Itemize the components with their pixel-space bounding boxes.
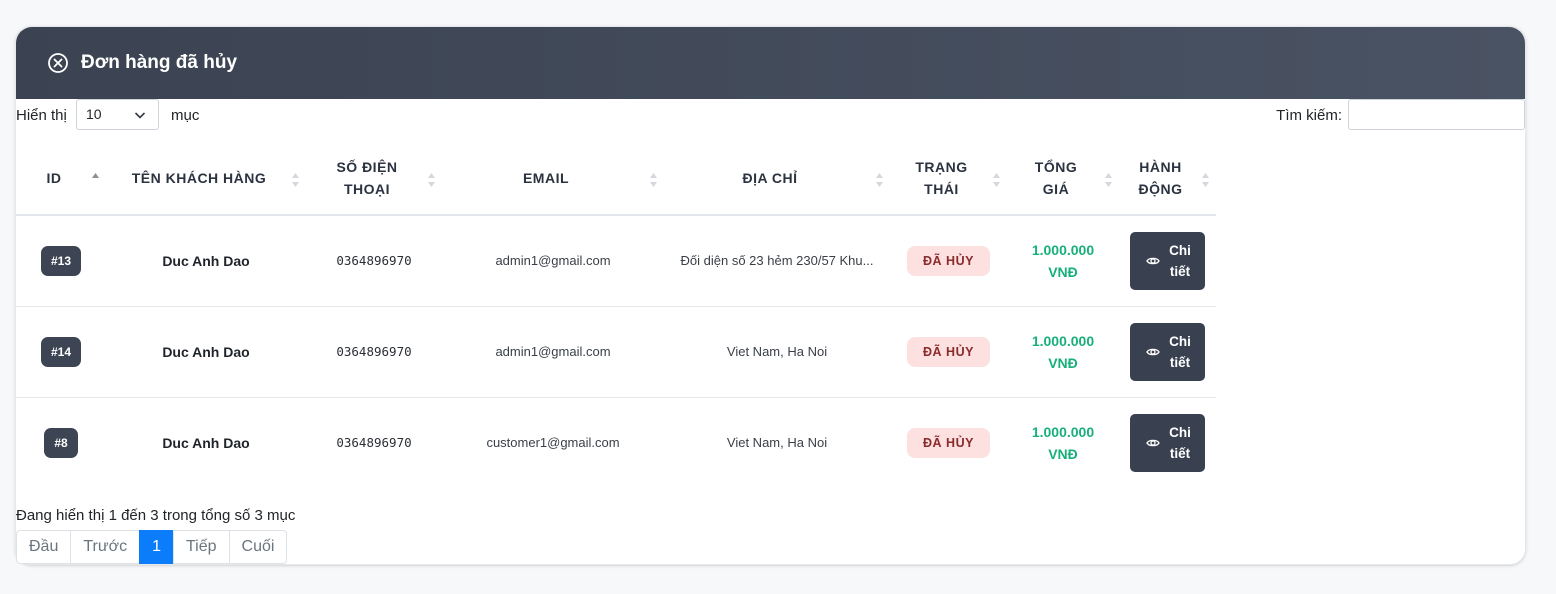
column-header-phone[interactable]: SỐ ĐIỆN THOẠI: [306, 142, 442, 216]
total-price: 1.000.000 VNĐ: [1031, 241, 1095, 280]
column-header-address[interactable]: ĐỊA CHỈ: [664, 142, 890, 216]
page-length-select[interactable]: 10: [76, 99, 159, 130]
status-badge: ĐÃ HỦY: [907, 245, 990, 276]
sort-icon: [1105, 173, 1112, 187]
customer-name: Duc Anh Dao: [162, 343, 250, 360]
card-header: Đơn hàng đã hủy: [16, 27, 1525, 99]
table-row: #13 Duc Anh Dao 0364896970 admin1@gmail.…: [16, 215, 1216, 307]
chevron-down-icon: [134, 112, 146, 119]
email: admin1@gmail.com: [495, 253, 611, 269]
orders-table: ID TÊN KHÁCH HÀNG SỐ ĐIỆN THOẠI EMAIL ĐỊ…: [16, 142, 1216, 488]
pagination: Đầu Trước 1 Tiếp Cuối: [16, 530, 288, 564]
phone-number: 0364896970: [336, 435, 412, 451]
order-id-badge: #14: [40, 336, 82, 367]
status-badge: ĐÃ HỦY: [907, 427, 990, 458]
sort-icon: [92, 173, 99, 178]
sort-icon: [650, 173, 657, 187]
length-label: Hiển thị: [16, 107, 67, 124]
table-header-row: ID TÊN KHÁCH HÀNG SỐ ĐIỆN THOẠI EMAIL ĐỊ…: [16, 142, 1216, 216]
page-previous[interactable]: Trước: [70, 530, 141, 564]
eye-icon: [1146, 439, 1160, 447]
total-price: 1.000.000 VNĐ: [1031, 423, 1095, 462]
column-header-total[interactable]: TỔNG GIÁ: [1007, 142, 1119, 216]
page-length-value: 10: [86, 106, 102, 122]
search-input[interactable]: [1348, 99, 1525, 130]
search-label: Tìm kiếm:: [1276, 107, 1342, 124]
total-price: 1.000.000 VNĐ: [1031, 332, 1095, 371]
sort-icon: [428, 173, 435, 187]
page-first[interactable]: Đầu: [16, 530, 72, 564]
detail-button-label: Chi tiết: [1169, 333, 1191, 370]
column-header-email[interactable]: EMAIL: [442, 142, 664, 216]
address: Đối diện số 23 hẻm 230/57 Khu...: [664, 215, 890, 307]
table-row: #14 Duc Anh Dao 0364896970 admin1@gmail.…: [16, 306, 1216, 398]
detail-button[interactable]: Chi tiết: [1130, 413, 1205, 472]
email: customer1@gmail.com: [486, 435, 620, 451]
circle-x-icon: [47, 52, 69, 74]
column-header-action[interactable]: HÀNH ĐỘNG: [1119, 142, 1216, 216]
detail-button[interactable]: Chi tiết: [1130, 231, 1205, 290]
customer-name: Duc Anh Dao: [162, 252, 250, 269]
page-1[interactable]: 1: [139, 530, 174, 564]
cancelled-orders-card: Đơn hàng đã hủy Hiển thị 10 mục Tìm kiếm…: [15, 26, 1526, 565]
email: admin1@gmail.com: [495, 344, 611, 359]
phone-number: 0364896970: [336, 344, 412, 359]
customer-name: Duc Anh Dao: [162, 434, 250, 451]
page-title: Đơn hàng đã hủy: [81, 52, 238, 73]
order-id-badge: #13: [40, 245, 82, 276]
detail-button[interactable]: Chi tiết: [1130, 322, 1205, 381]
detail-button-label: Chi tiết: [1169, 242, 1191, 279]
column-header-status[interactable]: TRẠNG THÁI: [890, 142, 1007, 216]
order-id-badge: #8: [44, 427, 78, 458]
table-toolbar: Hiển thị 10 mục Tìm kiếm:: [16, 99, 1525, 131]
eye-icon: [1146, 257, 1160, 265]
table-row: #8 Duc Anh Dao 0364896970 customer1@gmai…: [16, 397, 1216, 488]
page-last[interactable]: Cuối: [228, 530, 288, 564]
phone-number: 0364896970: [336, 253, 412, 269]
table-info: Đang hiển thị 1 đến 3 trong tổng số 3 mụ…: [16, 507, 296, 524]
column-header-id[interactable]: ID: [16, 142, 106, 216]
address: Viet Nam, Ha Noi: [664, 306, 890, 398]
sort-icon: [993, 173, 1000, 187]
address: Viet Nam, Ha Noi: [726, 435, 828, 451]
page-next[interactable]: Tiếp: [172, 530, 230, 564]
sort-icon: [876, 173, 883, 187]
length-suffix: mục: [171, 107, 200, 124]
eye-icon: [1146, 348, 1160, 355]
detail-button-label: Chi tiết: [1169, 424, 1191, 461]
sort-icon: [292, 173, 299, 187]
sort-icon: [1202, 173, 1209, 187]
status-badge: ĐÃ HỦY: [907, 336, 990, 367]
column-header-customer[interactable]: TÊN KHÁCH HÀNG: [106, 142, 306, 216]
